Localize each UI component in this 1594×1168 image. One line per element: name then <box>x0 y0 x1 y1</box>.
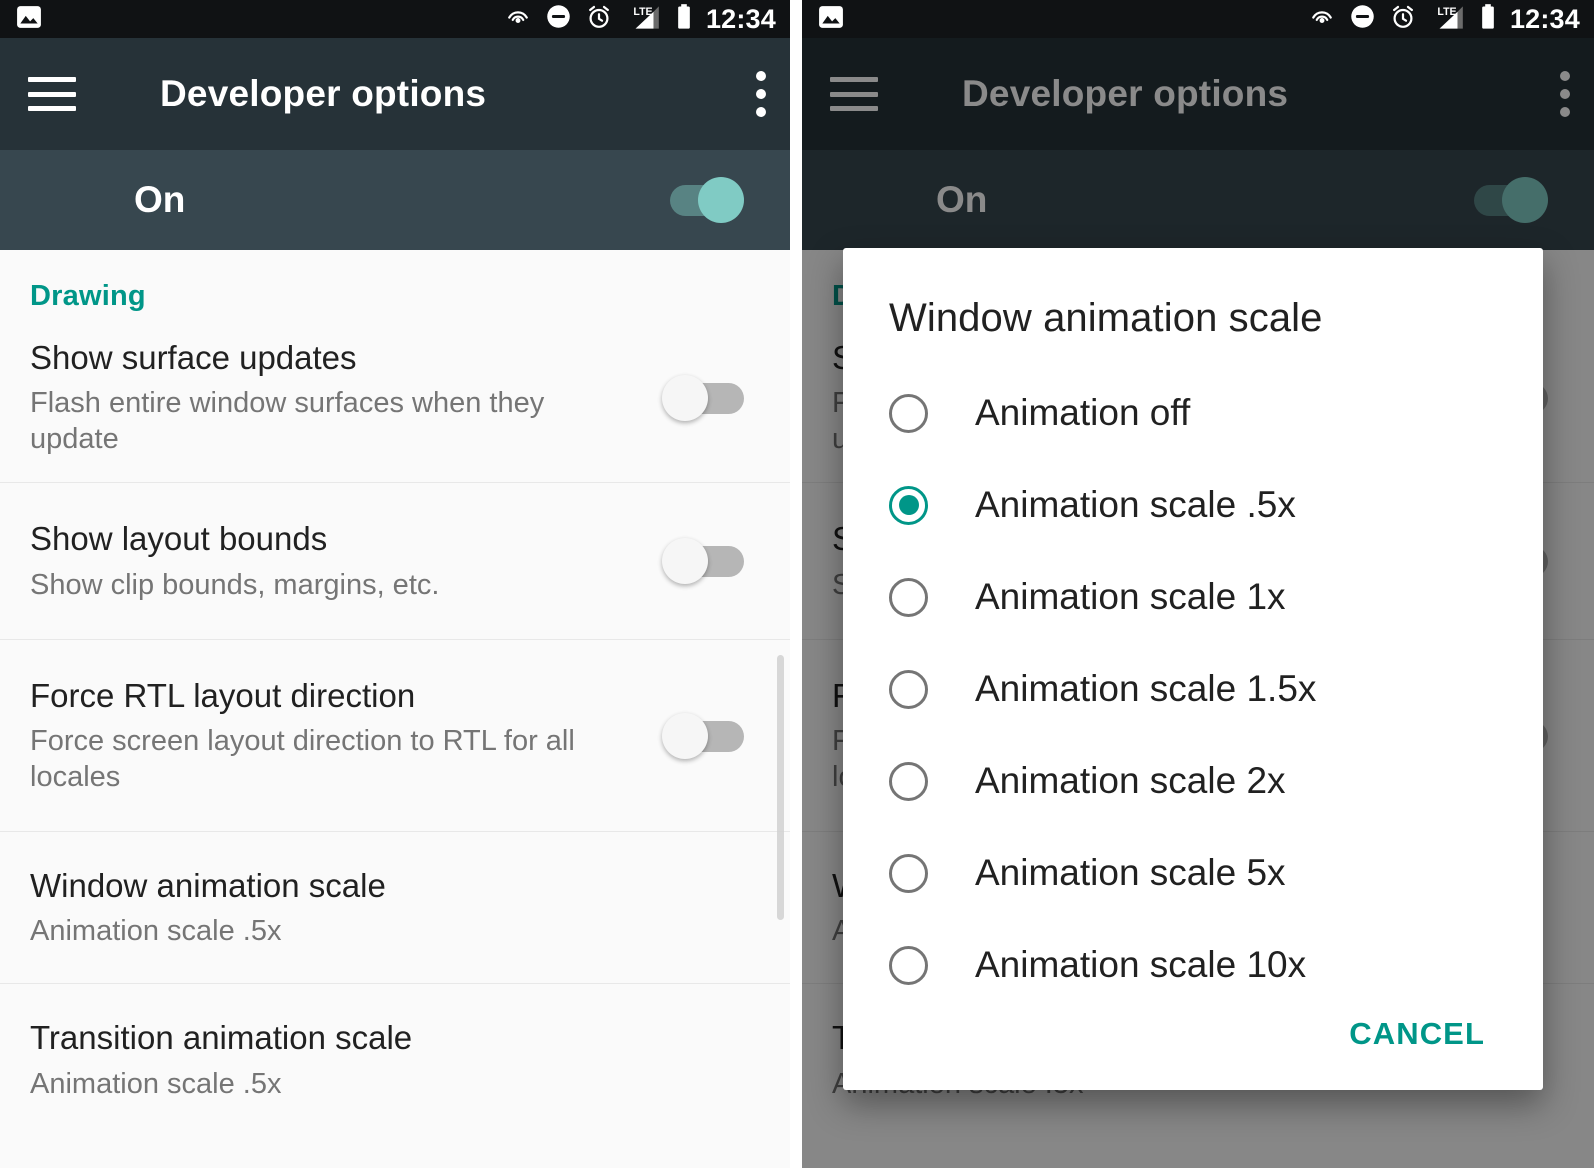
show-surface-updates-switch[interactable] <box>662 374 744 421</box>
window-animation-scale-dialog: Window animation scale Animation off Ani… <box>843 248 1543 1090</box>
list-item-texts: Window animation scale Animation scale .… <box>30 840 630 976</box>
status-bar-left <box>818 4 844 35</box>
dialog-option-label: Animation off <box>975 392 1191 433</box>
radio-button-icon[interactable] <box>889 393 928 433</box>
status-bar-left <box>16 4 42 35</box>
status-bar-clock: 12:34 <box>1509 3 1580 34</box>
alarm-icon <box>585 3 613 36</box>
do-not-disturb-icon <box>1349 3 1376 35</box>
radio-button-icon[interactable] <box>889 761 928 801</box>
right-phone-panel: LTE 12:34 Developer options On Window an… <box>802 0 1594 1168</box>
lte-signal-icon: LTE <box>1430 3 1466 36</box>
dialog-option-label: Animation scale 5x <box>975 852 1286 893</box>
dialog-option-label: Animation scale 10x <box>975 944 1307 985</box>
screenshot-root: LTE 12:34 Developer options On Drawing S… <box>0 0 1594 1168</box>
cast-icon <box>504 3 532 36</box>
dialog-option-label: Animation scale 2x <box>975 760 1286 801</box>
section-header-drawing: Drawing <box>30 280 146 312</box>
list-item[interactable]: Show surface updates Flash entire window… <box>0 313 790 483</box>
status-bar-right: LTE 12:34 <box>504 3 776 36</box>
dialog-option-row[interactable]: Animation scale 1.5x <box>843 643 1543 735</box>
dialog-option-list: Animation off Animation scale .5x Animat… <box>843 341 1543 1011</box>
radio-button-icon[interactable] <box>889 577 928 617</box>
status-bar-right: LTE 12:34 <box>1308 3 1580 36</box>
master-toggle-label: On <box>134 179 186 220</box>
list-item-subtitle: Force screen layout direction to RTL for… <box>30 724 575 794</box>
cancel-button[interactable]: CANCEL <box>1331 1002 1503 1066</box>
panel-divider <box>790 0 802 1168</box>
list-item-subtitle: Show clip bounds, margins, etc. <box>30 568 440 601</box>
list-item-title: Window animation scale <box>30 866 386 904</box>
radio-button-icon[interactable] <box>889 945 928 985</box>
status-bar: LTE 12:34 <box>802 0 1594 38</box>
list-item-subtitle: Flash entire window surfaces when they u… <box>30 386 545 456</box>
dialog-title: Window animation scale <box>889 296 1323 340</box>
dialog-option-row[interactable]: Animation scale 10x <box>843 919 1543 1011</box>
cast-icon <box>1308 3 1336 36</box>
dialog-option-label: Animation scale 1x <box>975 576 1286 617</box>
dialog-actions: CANCEL <box>1331 1002 1503 1066</box>
status-bar: LTE 12:34 <box>0 0 790 38</box>
left-phone-panel: LTE 12:34 Developer options On Drawing S… <box>0 0 790 1168</box>
list-item[interactable]: Window animation scale Animation scale .… <box>0 832 790 984</box>
dialog-option-label: Animation scale .5x <box>975 484 1296 525</box>
list-item[interactable]: Force RTL layout direction Force screen … <box>0 640 790 832</box>
image-icon <box>16 4 42 35</box>
alarm-icon <box>1389 3 1417 36</box>
battery-icon <box>675 3 693 36</box>
list-item-subtitle: Animation scale .5x <box>30 1067 282 1100</box>
settings-list: Drawing Show surface updates Flash entir… <box>0 250 790 1168</box>
overflow-menu-icon[interactable] <box>754 71 768 117</box>
vertical-scrollbar[interactable] <box>777 655 784 920</box>
force-rtl-switch[interactable] <box>662 712 744 759</box>
image-icon <box>818 4 844 35</box>
developer-options-master-row[interactable]: On <box>0 150 790 250</box>
list-item-title: Force RTL layout direction <box>30 676 416 714</box>
list-item-subtitle: Animation scale .5x <box>30 915 282 947</box>
list-item-texts: Show layout bounds Show clip bounds, mar… <box>30 493 630 629</box>
list-item-texts: Force RTL layout direction Force screen … <box>30 650 630 822</box>
page-title: Developer options <box>160 73 487 114</box>
dialog-option-row[interactable]: Animation scale 5x <box>843 827 1543 919</box>
do-not-disturb-icon <box>545 3 572 35</box>
list-item[interactable]: Transition animation scale Animation sca… <box>0 984 790 1136</box>
dialog-option-row[interactable]: Animation scale 1x <box>843 551 1543 643</box>
app-toolbar: Developer options <box>0 38 790 150</box>
list-item-texts: Transition animation scale Animation sca… <box>30 992 630 1128</box>
radio-button-icon[interactable] <box>889 669 928 709</box>
dialog-option-row[interactable]: Animation off <box>843 367 1543 459</box>
battery-icon <box>1479 3 1497 36</box>
list-item-title: Transition animation scale <box>30 1019 413 1057</box>
show-layout-bounds-switch[interactable] <box>662 538 744 584</box>
status-bar-clock: 12:34 <box>705 3 776 34</box>
dialog-option-label: Animation scale 1.5x <box>975 668 1317 709</box>
list-item-title: Show surface updates <box>30 338 357 376</box>
master-toggle-switch[interactable] <box>662 177 744 223</box>
radio-button-selected-icon[interactable] <box>889 485 928 525</box>
dialog-option-row[interactable]: Animation scale 2x <box>843 735 1543 827</box>
list-item[interactable]: Show layout bounds Show clip bounds, mar… <box>0 483 790 640</box>
radio-button-icon[interactable] <box>889 853 928 893</box>
dialog-option-row[interactable]: Animation scale .5x <box>843 459 1543 551</box>
lte-signal-icon: LTE <box>626 3 662 36</box>
list-item-title: Show layout bounds <box>30 520 328 558</box>
list-item-texts: Show surface updates Flash entire window… <box>30 312 630 484</box>
hamburger-menu-icon[interactable] <box>28 77 76 111</box>
